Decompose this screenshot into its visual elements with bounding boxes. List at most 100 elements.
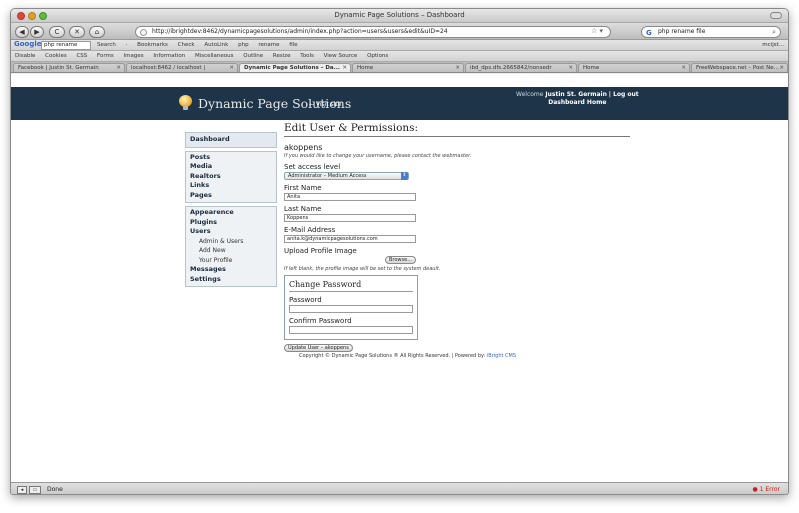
bookmark-star-icon[interactable]: ☆ ▾ bbox=[591, 27, 603, 35]
sidebar-dashboard-box: Dashboard bbox=[185, 132, 277, 148]
dev-item-forms[interactable]: Forms bbox=[97, 53, 114, 59]
tab-label: Home bbox=[357, 65, 374, 71]
sidebar-subitem-admin-users[interactable]: Admin & Users bbox=[190, 237, 272, 247]
forward-button[interactable]: ▶ bbox=[30, 26, 44, 38]
toolbar-item-php[interactable]: php bbox=[238, 42, 248, 48]
first-name-field[interactable]: Anita bbox=[284, 193, 416, 201]
magnifier-icon[interactable]: ⌕ bbox=[772, 27, 776, 37]
dev-item-resize[interactable]: Resize bbox=[273, 53, 291, 59]
toolbar-item-file[interactable]: file bbox=[289, 42, 297, 48]
tab-close-icon[interactable]: ✕ bbox=[455, 64, 460, 72]
tab-home-2[interactable]: Home ✕ bbox=[578, 63, 690, 72]
error-count: 1 Error bbox=[759, 486, 780, 493]
status-panel-icon[interactable]: ▭ bbox=[29, 486, 41, 494]
access-level-select[interactable]: Administrator – Medium Access ⇕ bbox=[284, 172, 409, 180]
dev-item-disable[interactable]: Disable bbox=[15, 53, 35, 59]
tab-ibd-dps[interactable]: ibd_dps.dfs.2665842/nonsedr ✕ bbox=[465, 63, 577, 72]
stop-button[interactable]: ✕ bbox=[69, 26, 85, 38]
google-logo[interactable]: Google bbox=[14, 40, 42, 48]
toolbar-toggle-button[interactable] bbox=[770, 12, 782, 19]
title-bar: Dynamic Page Solutions – Dashboard bbox=[11, 9, 788, 23]
tab-freewebspace[interactable]: FreeWebspace.net – Post Ne... ✕ bbox=[691, 63, 788, 72]
tab-label: FreeWebspace.net – Post Ne... bbox=[696, 65, 779, 71]
sidebar-item-media[interactable]: Media bbox=[190, 162, 272, 172]
visit-site-link[interactable]: ← Visit site bbox=[309, 101, 341, 108]
dev-item-miscellaneous[interactable]: Miscellaneous bbox=[195, 53, 234, 59]
sidebar-item-plugins[interactable]: Plugins bbox=[190, 218, 272, 228]
dev-item-tools[interactable]: Tools bbox=[300, 53, 314, 59]
tab-dynamic-page-solutions[interactable]: Dynamic Page Solutions – Da... ✕ bbox=[239, 63, 351, 72]
google-account-label[interactable]: mcijst... bbox=[762, 41, 784, 50]
google-search-icon: G bbox=[646, 29, 652, 37]
dev-item-images[interactable]: Images bbox=[124, 53, 144, 59]
tab-close-icon[interactable]: ✕ bbox=[681, 64, 686, 72]
address-url: http://ibrightdev:8462/dynamicpagesoluti… bbox=[152, 28, 448, 35]
browse-button[interactable]: Browse... bbox=[385, 256, 416, 264]
sidebar-content-group: Posts Media Realtors Links Pages bbox=[185, 150, 277, 203]
tab-label: localhost:8462 / localhost | bbox=[131, 65, 206, 71]
logout-link[interactable]: | Log out bbox=[609, 91, 639, 98]
toolbar-item-bookmarks[interactable]: Bookmarks bbox=[137, 42, 168, 48]
tab-home[interactable]: Home ✕ bbox=[352, 63, 464, 72]
dev-item-css[interactable]: CSS bbox=[76, 53, 87, 59]
search-input[interactable]: G php rename file ⌕ bbox=[641, 26, 781, 38]
sidebar-item-messages[interactable]: Messages bbox=[190, 265, 272, 275]
tab-localhost[interactable]: localhost:8462 / localhost | ✕ bbox=[126, 63, 238, 72]
site-header: Dynamic Page Solutions ← Visit site Welc… bbox=[11, 87, 788, 120]
sidebar-item-realtors[interactable]: Realtors bbox=[190, 172, 272, 182]
tab-label: Home bbox=[583, 65, 600, 71]
email-field[interactable]: anita.k@dynamicpagesolutions.com bbox=[284, 235, 416, 243]
tab-close-icon[interactable]: ✕ bbox=[229, 64, 234, 72]
access-level-value: Administrator – Medium Access bbox=[288, 173, 367, 179]
site-identity-icon[interactable] bbox=[140, 29, 147, 36]
tab-close-icon[interactable]: ✕ bbox=[342, 64, 347, 72]
dashboard-home-link[interactable]: Dashboard Home bbox=[516, 99, 639, 106]
toolbar-item-check[interactable]: Check bbox=[178, 42, 195, 48]
sidebar-item-links[interactable]: Links bbox=[190, 181, 272, 191]
toolbar-item-autolink[interactable]: AutoLink bbox=[204, 42, 228, 48]
tab-facebook[interactable]: Facebook | Justin St. Germain ✕ bbox=[13, 63, 125, 72]
sidebar-item-appearence[interactable]: Appearence bbox=[190, 208, 272, 218]
web-developer-toolbar: Disable Cookies CSS Forms Images Informa… bbox=[11, 51, 788, 62]
sidebar-item-posts[interactable]: Posts bbox=[190, 153, 272, 163]
dev-item-view-source[interactable]: View Source bbox=[324, 53, 358, 59]
upload-hint: If left blank, the profile image will be… bbox=[284, 266, 441, 272]
sidebar-item-settings[interactable]: Settings bbox=[190, 275, 272, 285]
reload-button[interactable]: C bbox=[49, 26, 65, 38]
sidebar-item-users[interactable]: Users bbox=[190, 227, 272, 237]
footer-brand-link[interactable]: iBright CMS bbox=[487, 353, 516, 359]
dev-item-options[interactable]: Options bbox=[367, 53, 388, 59]
access-level-label: Set access level bbox=[284, 163, 341, 171]
dev-item-cookies[interactable]: Cookies bbox=[45, 53, 67, 59]
username-display: akoppens bbox=[284, 143, 323, 152]
page-footer: Copyright © Dynamic Page Solutions ® All… bbox=[284, 353, 630, 359]
last-name-field[interactable]: Koppens bbox=[284, 214, 416, 222]
sidebar-item-dashboard[interactable]: Dashboard bbox=[190, 135, 272, 145]
password-field[interactable] bbox=[289, 305, 413, 313]
change-password-heading: Change Password bbox=[289, 278, 413, 292]
toolbar-item-rename[interactable]: rename bbox=[258, 42, 279, 48]
update-user-button[interactable]: Update User – akoppens bbox=[284, 344, 353, 352]
sidebar-item-pages[interactable]: Pages bbox=[190, 191, 272, 201]
toolbar-item-search[interactable]: Search bbox=[97, 42, 116, 48]
sidebar-subitem-add-new[interactable]: Add New bbox=[190, 246, 272, 256]
tab-close-icon[interactable]: ✕ bbox=[779, 64, 784, 72]
dev-item-outline[interactable]: Outline bbox=[243, 53, 263, 59]
user-name-link[interactable]: Justin St. Germain bbox=[545, 91, 607, 98]
sidebar-subitem-your-profile[interactable]: Your Profile bbox=[190, 256, 272, 266]
tab-close-icon[interactable]: ✕ bbox=[116, 64, 121, 72]
error-indicator[interactable]: ● 1 Error bbox=[752, 486, 780, 493]
confirm-password-field[interactable] bbox=[289, 326, 413, 334]
home-button[interactable]: ⌂ bbox=[89, 26, 105, 38]
page-title: Edit User & Permissions: bbox=[284, 120, 630, 137]
back-button[interactable]: ◀ bbox=[15, 26, 29, 38]
status-toggle-icon[interactable]: ◂ bbox=[17, 486, 27, 494]
dev-item-information[interactable]: Information bbox=[153, 53, 185, 59]
google-toolbar-search-input[interactable]: php rename bbox=[41, 41, 91, 50]
last-name-label: Last Name bbox=[284, 205, 322, 213]
tab-close-icon[interactable]: ✕ bbox=[568, 64, 573, 72]
welcome-area: Welcome Justin St. Germain | Log out Das… bbox=[516, 91, 639, 106]
edit-user-form: Edit User & Permissions: akoppens If you… bbox=[284, 120, 630, 359]
tab-label: Facebook | Justin St. Germain bbox=[18, 65, 99, 71]
address-bar[interactable]: http://ibrightdev:8462/dynamicpagesoluti… bbox=[135, 26, 611, 38]
